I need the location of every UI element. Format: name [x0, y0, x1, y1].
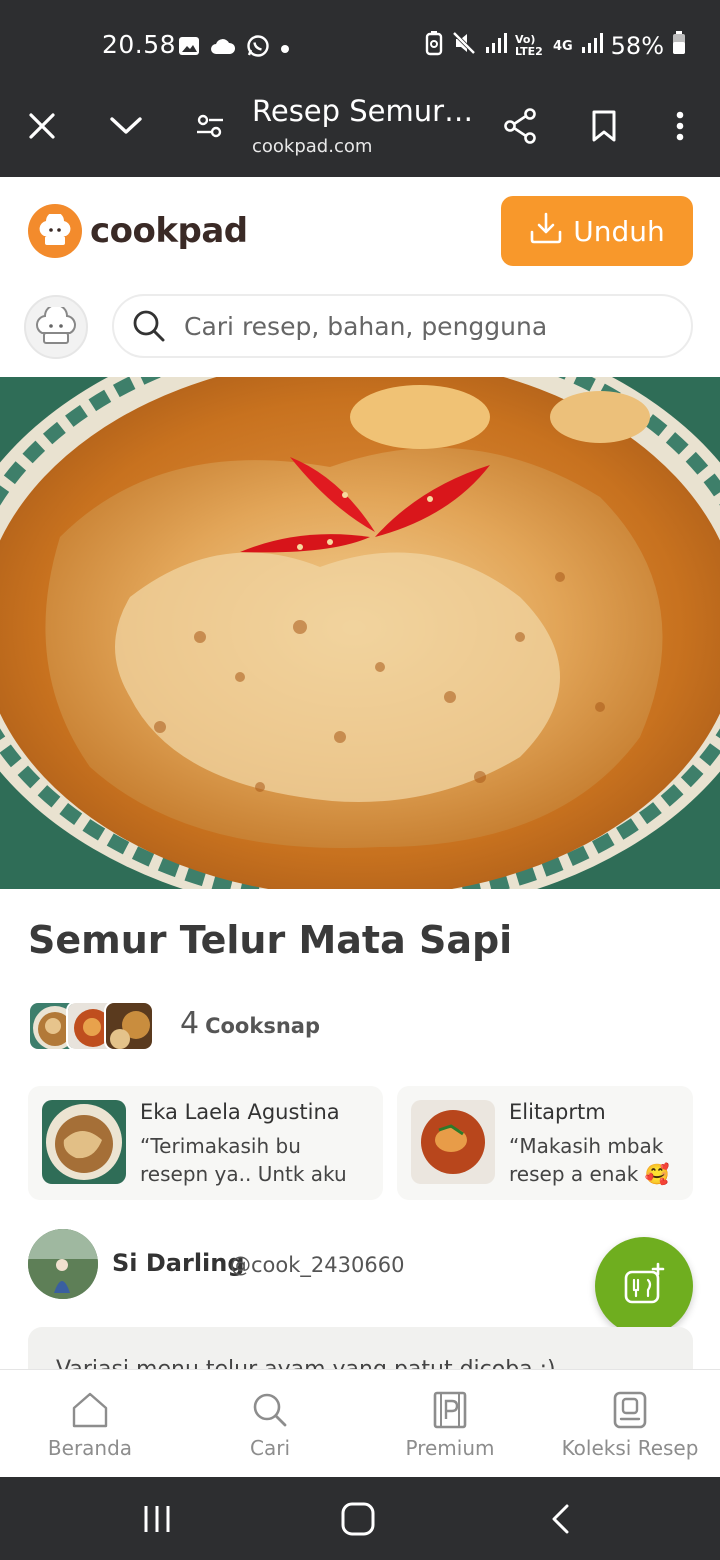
search-bar[interactable] [112, 294, 693, 358]
author-name[interactable]: Si Darling [112, 1249, 245, 1277]
cooksnap-count[interactable]: 4 Cooksnap [180, 1006, 320, 1041]
cooksnap-label: Cooksnap [205, 1014, 320, 1038]
recent-apps-icon[interactable] [135, 1497, 179, 1541]
author-handle[interactable]: @cook_2430660 [230, 1253, 404, 1277]
image-icon [178, 36, 200, 60]
signal-icon [485, 32, 507, 60]
close-icon[interactable] [22, 106, 62, 146]
cooksnap-photo [42, 1100, 126, 1184]
cooksnap-comment: “Makasih mbak resep a enak 🥰 @cook_24 [509, 1134, 670, 1186]
more-notifications-dot-icon [280, 39, 290, 58]
battery-level: 58% [610, 32, 664, 60]
recipe-book-icon [610, 1390, 650, 1430]
cooksnap-thumbnails[interactable] [28, 1001, 154, 1051]
cooksnap-photo [411, 1100, 495, 1184]
cooksnap-author: Eka Laela Agustina [140, 1100, 340, 1124]
status-bar: 20.58 Vo) LTE2 4G 58% [0, 0, 720, 86]
page-url: cookpad.com [252, 136, 373, 157]
recipe-author[interactable]: Si Darling @cook_2430660 [28, 1229, 588, 1299]
page-title: Resep Semur Telur Mata Sapi [252, 94, 474, 128]
nav-home-label: Beranda [47, 1436, 133, 1460]
semur-dish-photo [0, 377, 720, 889]
download-icon [529, 211, 563, 252]
network-type: 4G [552, 38, 573, 54]
cooksnap-author: Elitaprtm [509, 1100, 606, 1124]
signal-icon-2 [581, 32, 603, 60]
whatsapp-icon [246, 34, 270, 62]
nav-recipe-collection[interactable]: Koleksi Resep [540, 1370, 720, 1478]
download-app-button[interactable]: Unduh [501, 196, 693, 266]
back-icon[interactable] [538, 1497, 582, 1541]
nav-premium-label: Premium [405, 1436, 495, 1460]
site-header: cookpad Unduh [0, 177, 720, 377]
nav-recipe-collection-label: Koleksi Resep [561, 1436, 699, 1460]
search-input[interactable] [184, 311, 664, 341]
cookpad-logo-text[interactable]: cookpad [90, 211, 248, 251]
chevron-down-icon[interactable] [106, 106, 146, 146]
site-settings-icon[interactable] [190, 106, 230, 146]
cooksnap-thumbnail [104, 1001, 154, 1051]
more-options-icon[interactable] [660, 106, 700, 146]
nav-search[interactable]: Cari [180, 1370, 360, 1478]
search-icon [250, 1390, 290, 1430]
add-cooksnap-button[interactable] [595, 1237, 693, 1335]
author-avatar[interactable] [28, 1229, 98, 1299]
nav-premium[interactable]: Premium [360, 1370, 540, 1478]
nav-home[interactable]: Beranda [0, 1370, 180, 1478]
cooksnap-add-icon [622, 1262, 666, 1310]
home-button-icon[interactable] [336, 1497, 380, 1541]
cloud-icon [210, 37, 236, 59]
mute-icon [451, 30, 477, 62]
user-avatar-icon[interactable] [24, 295, 88, 359]
notification-icons [178, 34, 290, 62]
cooksnap-number: 4 [180, 1006, 200, 1041]
cooksnap-card[interactable]: Eka Laela Agustina “Terimakasih bu resep… [28, 1086, 383, 1200]
home-icon [70, 1390, 110, 1430]
network-label: Vo) LTE2 [514, 33, 543, 58]
system-navigation-bar [0, 1477, 720, 1560]
download-label: Unduh [573, 214, 665, 248]
cooksnap-comment: “Terimakasih bu resepn ya.. Untk aku yg … [140, 1134, 347, 1186]
system-status: Vo) LTE2 4G 58% [425, 30, 686, 62]
share-icon[interactable] [500, 106, 540, 146]
bookmark-icon[interactable] [584, 106, 624, 146]
premium-icon [430, 1390, 470, 1430]
nav-search-label: Cari [250, 1436, 290, 1460]
browser-toolbar: Resep Semur Telur Mata Sapi cookpad.com [0, 86, 720, 177]
battery-icon [672, 31, 686, 61]
cooksnap-card[interactable]: Elitaprtm “Makasih mbak resep a enak 🥰 @… [397, 1086, 693, 1200]
cookpad-logo-icon[interactable] [28, 204, 82, 258]
recipe-title: Semur Telur Mata Sapi [28, 918, 513, 962]
status-time: 20.58 [102, 30, 177, 59]
battery-saver-icon [425, 30, 443, 62]
recipe-hero-image [0, 377, 720, 889]
bottom-navigation: Beranda Cari Premium Koleksi Resep [0, 1369, 720, 1477]
search-icon [130, 307, 168, 345]
